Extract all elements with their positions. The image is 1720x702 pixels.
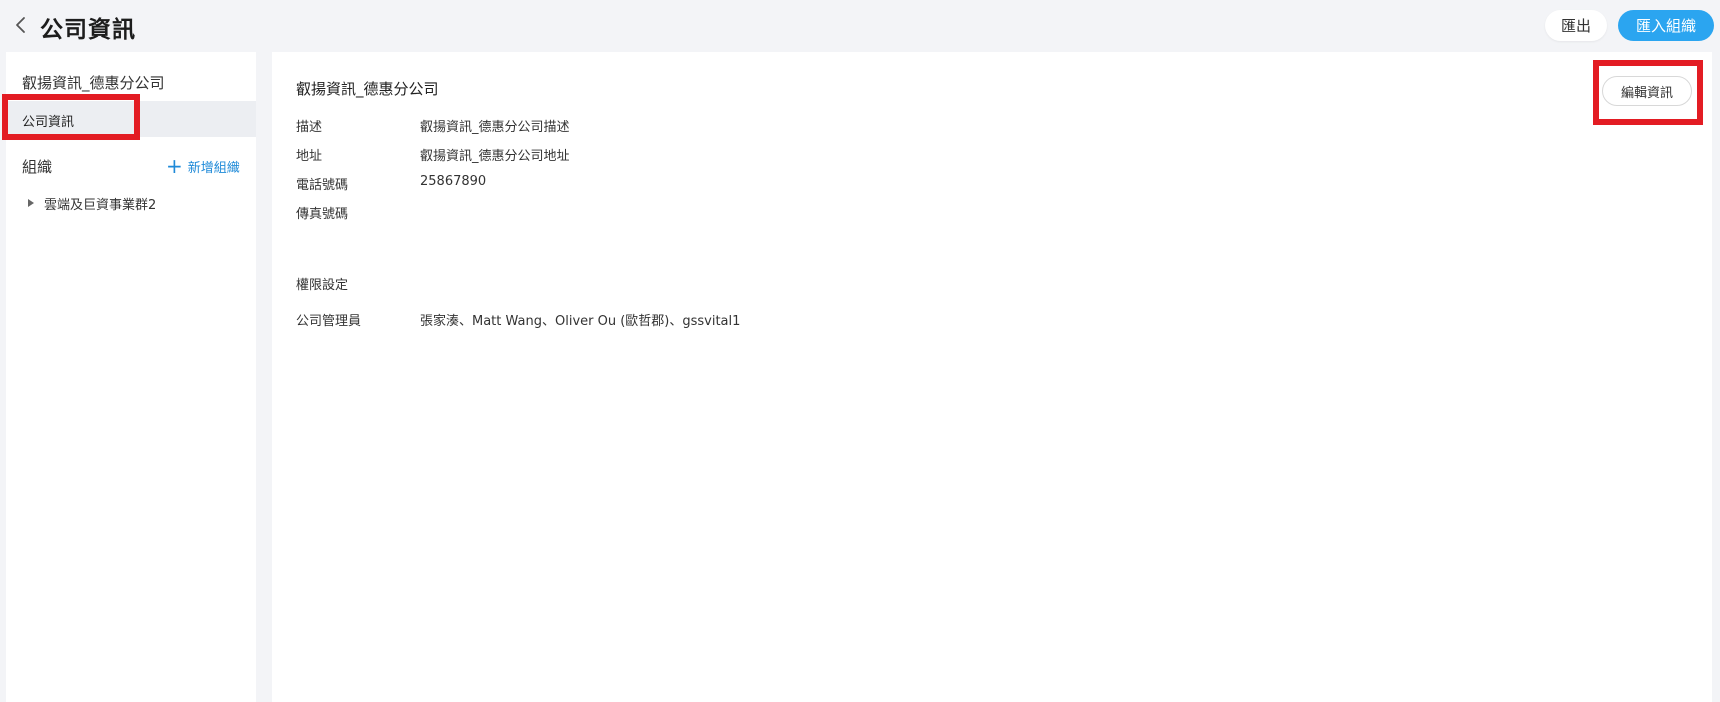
- plus-icon: +: [166, 154, 183, 178]
- field-value: 25867890: [420, 174, 487, 189]
- page-header: 公司資訊 匯出 匯入組織: [0, 0, 1720, 52]
- company-info-panel: 叡揚資訊_德惠分公司 編輯資訊 描述 叡揚資訊_德惠分公司描述 地址 叡揚資訊_…: [272, 52, 1712, 702]
- add-org-button[interactable]: + 新增組織: [166, 156, 240, 176]
- field-key: 傳真號碼: [296, 207, 349, 222]
- sidebar-company-name[interactable]: 叡揚資訊_德惠分公司: [22, 72, 165, 93]
- export-button[interactable]: 匯出: [1545, 10, 1607, 41]
- page-title: 公司資訊: [40, 17, 136, 43]
- add-org-label: 新增組織: [187, 160, 240, 176]
- field-value: 叡揚資訊_德惠分公司地址: [420, 149, 570, 164]
- field-key: 電話號碼: [296, 178, 349, 193]
- org-tree-item[interactable]: 雲端及巨資事業群2: [28, 194, 157, 213]
- field-key: 地址: [296, 149, 323, 164]
- org-tree-item-label: 雲端及巨資事業群2: [44, 197, 157, 213]
- import-org-button[interactable]: 匯入組織: [1618, 10, 1714, 41]
- back-chevron-icon[interactable]: [10, 14, 32, 36]
- permissions-section-title: 權限設定: [296, 278, 349, 293]
- sidebar-item-label: 公司資訊: [22, 115, 75, 130]
- field-value: 張家湊、Matt Wang、Oliver Ou (歐哲郡)、gssvital1: [420, 314, 741, 329]
- field-key: 公司管理員: [296, 314, 362, 329]
- company-info-title: 叡揚資訊_德惠分公司: [296, 80, 439, 98]
- sidebar: 叡揚資訊_德惠分公司 公司資訊 組織 + 新增組織 雲端及巨資事業群2: [6, 52, 256, 702]
- edit-info-button[interactable]: 編輯資訊: [1602, 76, 1692, 106]
- field-key: 描述: [296, 120, 323, 135]
- field-value: 叡揚資訊_德惠分公司描述: [420, 120, 570, 135]
- org-section-label: 組織: [22, 158, 53, 176]
- caret-right-icon[interactable]: [28, 199, 34, 207]
- sidebar-item-company-info[interactable]: 公司資訊: [6, 101, 256, 137]
